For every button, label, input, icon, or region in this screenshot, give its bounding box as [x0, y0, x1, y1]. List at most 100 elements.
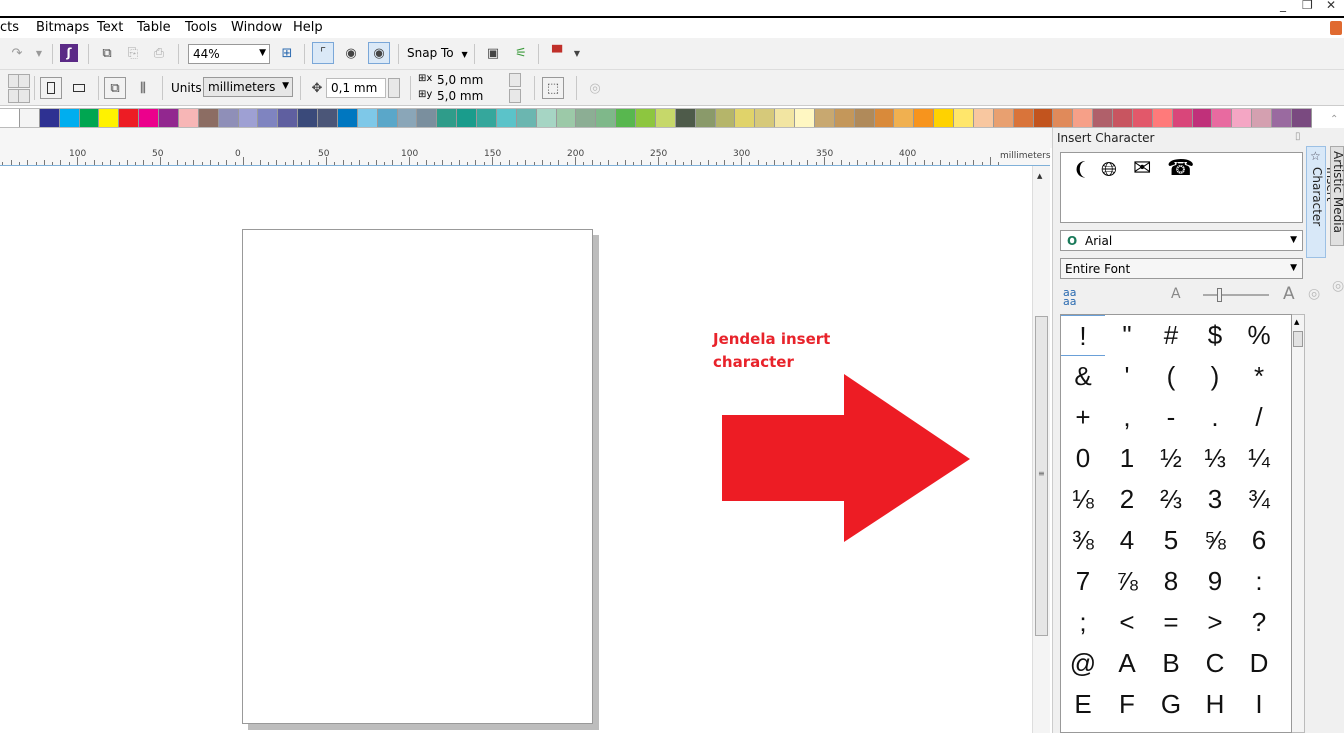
- color-swatch[interactable]: [496, 109, 517, 127]
- color-swatch[interactable]: [616, 109, 636, 127]
- color-swatch[interactable]: [834, 109, 855, 127]
- color-swatch[interactable]: [0, 109, 20, 127]
- treat-as-filled-icon[interactable]: ⬚: [542, 77, 564, 99]
- color-swatch[interactable]: [79, 109, 100, 127]
- scroll-up-icon[interactable]: ▲: [1294, 318, 1299, 326]
- color-swatch[interactable]: [1232, 109, 1253, 127]
- page-size-spinner-3[interactable]: [18, 74, 30, 88]
- character-cell[interactable]: 0: [1061, 438, 1105, 479]
- character-cell[interactable]: I: [1237, 684, 1281, 725]
- character-cell[interactable]: -: [1149, 397, 1193, 438]
- all-pages-icon[interactable]: ⧉: [104, 77, 126, 99]
- character-cell[interactable]: ⅝: [1193, 520, 1237, 561]
- welcome-screen-icon[interactable]: ▣: [482, 42, 504, 64]
- color-swatch[interactable]: [596, 109, 617, 127]
- character-cell[interactable]: +: [1061, 397, 1105, 438]
- redo-dropdown-icon[interactable]: ▼: [28, 42, 50, 64]
- color-swatch[interactable]: [417, 109, 438, 127]
- character-range-selector[interactable]: Entire Font ▼: [1060, 258, 1303, 279]
- color-swatch[interactable]: [1291, 109, 1312, 127]
- color-swatch[interactable]: [993, 109, 1014, 127]
- color-swatch[interactable]: [1033, 109, 1054, 127]
- menu-table[interactable]: Table: [137, 20, 171, 35]
- character-cell[interactable]: 1: [1105, 438, 1149, 479]
- user-icon[interactable]: [1330, 21, 1342, 35]
- color-swatch[interactable]: [119, 109, 140, 127]
- restore-icon[interactable]: ❐: [1302, 0, 1313, 12]
- duplicate-x-value[interactable]: 5,0 mm: [437, 73, 507, 87]
- redo-icon[interactable]: ↷: [6, 42, 28, 64]
- color-swatch[interactable]: [894, 109, 915, 127]
- color-swatch[interactable]: [954, 109, 974, 127]
- color-swatch[interactable]: [795, 109, 815, 127]
- color-swatch[interactable]: [377, 109, 398, 127]
- nudge-distance-input[interactable]: 0,1 mm: [326, 78, 386, 98]
- character-cell[interactable]: ': [1105, 356, 1149, 397]
- character-cell[interactable]: :: [1237, 561, 1281, 602]
- character-cell[interactable]: $: [1193, 315, 1237, 356]
- close-icon[interactable]: ✕: [1326, 0, 1336, 12]
- character-cell[interactable]: <: [1105, 602, 1149, 643]
- character-cell[interactable]: 5: [1149, 520, 1193, 561]
- character-cell[interactable]: B: [1149, 643, 1193, 684]
- character-cell[interactable]: %: [1237, 315, 1281, 356]
- corel-connect-icon[interactable]: ʃ: [58, 42, 80, 64]
- side-options-icon[interactable]: ◎: [1332, 278, 1344, 294]
- import-icon[interactable]: ⎘: [122, 42, 144, 64]
- color-swatch[interactable]: [198, 109, 219, 127]
- color-swatch[interactable]: [1113, 109, 1133, 127]
- docker-restore-icon[interactable]: ▯: [1295, 131, 1301, 142]
- character-cell[interactable]: ,: [1105, 397, 1149, 438]
- character-cell[interactable]: E: [1061, 684, 1105, 725]
- duplicate-y-spinner[interactable]: [509, 89, 521, 103]
- character-cell[interactable]: #: [1149, 315, 1193, 356]
- color-swatch[interactable]: [39, 109, 60, 127]
- color-swatch[interactable]: [1073, 109, 1094, 127]
- character-cell[interactable]: 6: [1237, 520, 1281, 561]
- portrait-icon[interactable]: [40, 77, 62, 99]
- color-swatch[interactable]: [139, 109, 159, 127]
- character-cell[interactable]: ⅜: [1061, 520, 1105, 561]
- side-expand-icon[interactable]: ⌃: [1330, 114, 1338, 125]
- scroll-thumb[interactable]: [1293, 331, 1303, 347]
- color-swatch[interactable]: [1152, 109, 1173, 127]
- character-cell[interactable]: ": [1105, 315, 1149, 356]
- current-page-icon[interactable]: ⫼: [132, 77, 154, 99]
- character-cell[interactable]: H: [1193, 684, 1237, 725]
- menu-effects[interactable]: cts: [0, 20, 19, 35]
- font-selector[interactable]: O Arial ▼: [1060, 230, 1303, 251]
- snap-to-button[interactable]: Snap To ▼: [407, 46, 468, 60]
- color-swatch[interactable]: [675, 109, 696, 127]
- character-cell[interactable]: /: [1237, 397, 1281, 438]
- options-icon[interactable]: ⚟: [510, 42, 532, 64]
- color-swatch[interactable]: [437, 109, 458, 127]
- color-swatch[interactable]: [715, 109, 736, 127]
- menu-help[interactable]: Help: [293, 20, 323, 35]
- character-cell[interactable]: &: [1061, 356, 1105, 397]
- character-cell[interactable]: ): [1193, 356, 1237, 397]
- duplicate-y-value[interactable]: 5,0 mm: [437, 89, 507, 103]
- character-cell[interactable]: @: [1061, 643, 1105, 684]
- character-cell[interactable]: *: [1237, 356, 1281, 397]
- menu-text[interactable]: Text: [97, 20, 123, 35]
- tab-insert-character[interactable]: ☆ Insert Character: [1306, 146, 1338, 258]
- character-filter-icon[interactable]: aa aa: [1063, 287, 1076, 307]
- scroll-thumb[interactable]: ≡: [1035, 316, 1048, 636]
- character-cell[interactable]: ⅛: [1061, 479, 1105, 520]
- color-swatch[interactable]: [59, 109, 80, 127]
- character-cell[interactable]: >: [1193, 602, 1237, 643]
- color-swatch[interactable]: [914, 109, 935, 127]
- color-swatch[interactable]: [636, 109, 656, 127]
- character-cell[interactable]: F: [1105, 684, 1149, 725]
- color-swatch[interactable]: [556, 109, 577, 127]
- character-cell[interactable]: !: [1061, 315, 1105, 356]
- character-grid-scrollbar[interactable]: ▲: [1292, 314, 1305, 733]
- color-swatch[interactable]: [536, 109, 557, 127]
- duplicate-x-spinner[interactable]: [509, 73, 521, 87]
- character-cell[interactable]: C: [1193, 643, 1237, 684]
- character-cell[interactable]: ¾: [1237, 479, 1281, 520]
- publish-icon[interactable]: ⧉: [96, 42, 118, 64]
- character-cell[interactable]: 7: [1061, 561, 1105, 602]
- character-cell[interactable]: ?: [1237, 602, 1281, 643]
- color-swatch[interactable]: [1013, 109, 1034, 127]
